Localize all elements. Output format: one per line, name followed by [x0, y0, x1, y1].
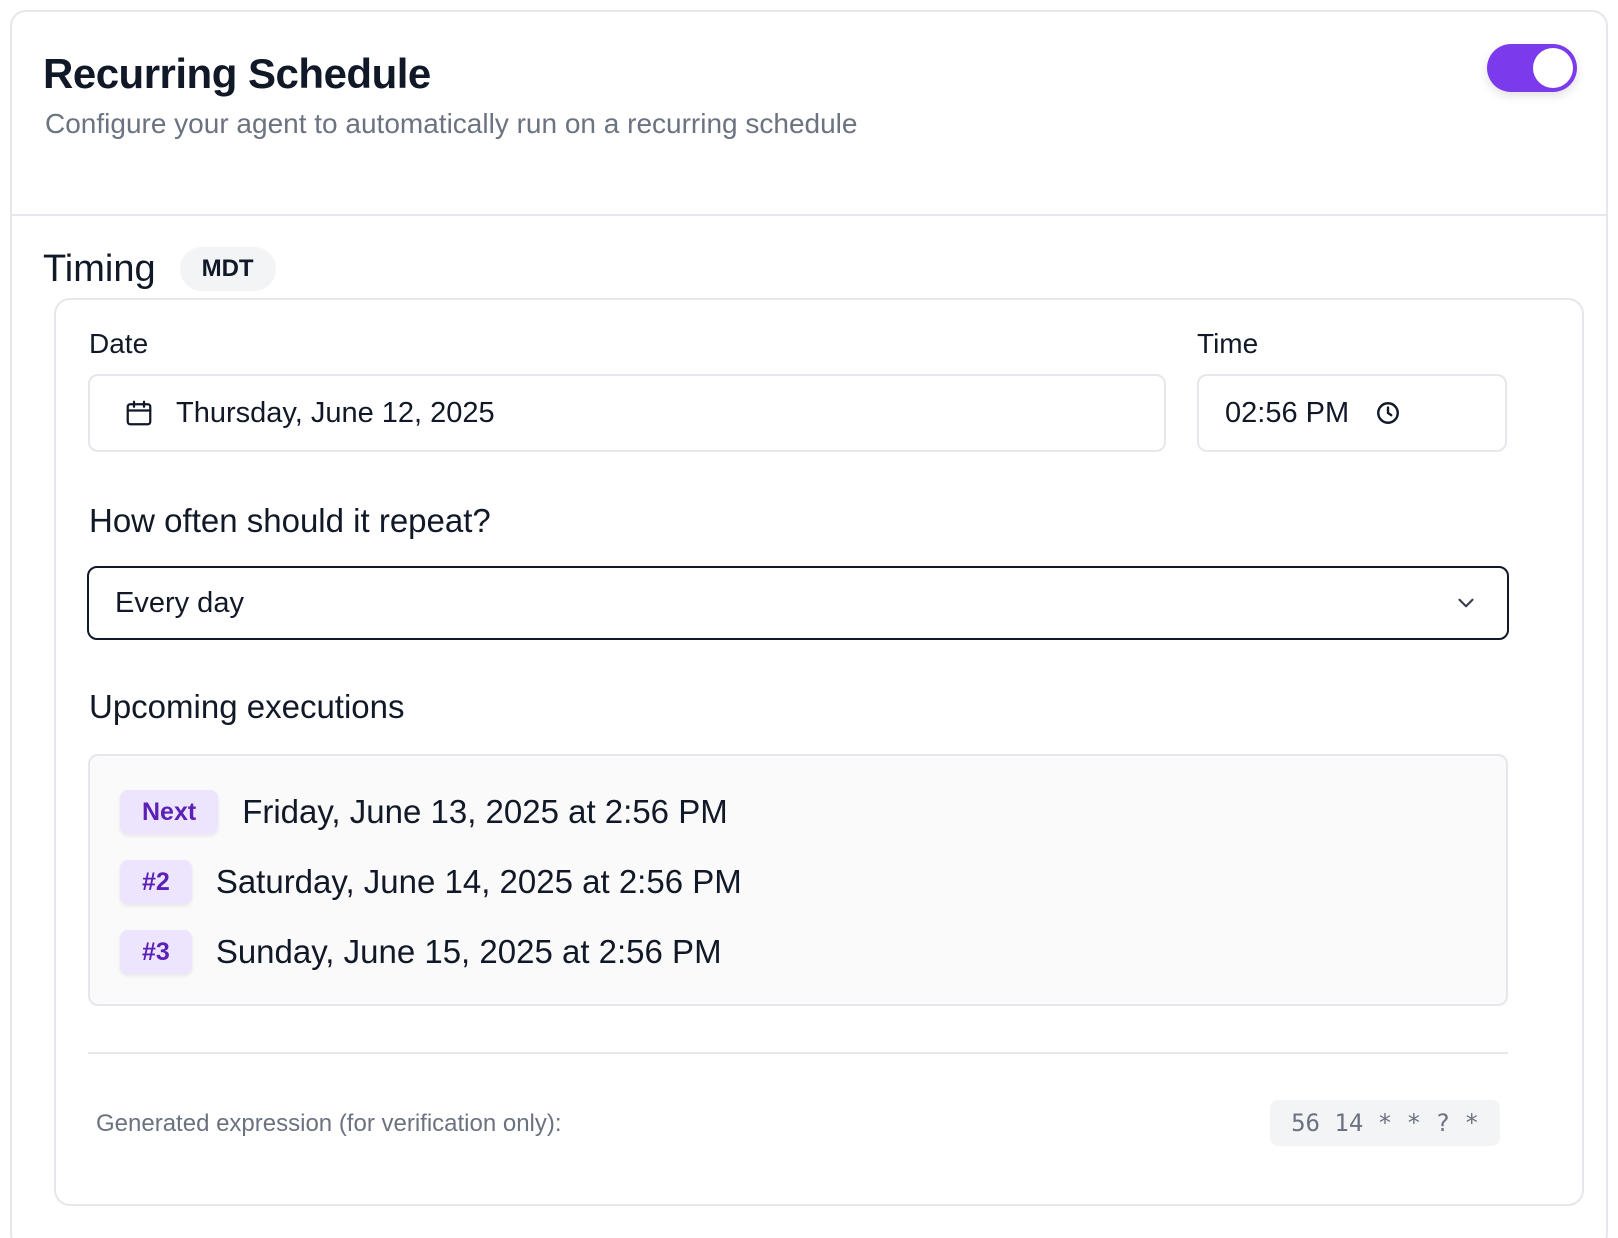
- repeat-frequency-select[interactable]: Every day: [87, 566, 1509, 640]
- chevron-down-icon: [1453, 590, 1479, 616]
- upcoming-executions-label: Upcoming executions: [89, 688, 405, 725]
- clock-icon[interactable]: [1375, 400, 1401, 426]
- generated-expression-code: 56 14 * * ? *: [1270, 1100, 1500, 1146]
- time-value: 02:56 PM: [1225, 396, 1350, 429]
- time-picker-input[interactable]: 02:56 PM: [1197, 374, 1507, 452]
- execution-badge: Next: [120, 790, 219, 834]
- execution-datetime: Friday, June 13, 2025 at 2:56 PM: [242, 793, 728, 830]
- list-item: #3 Sunday, June 15, 2025 at 2:56 PM: [120, 929, 722, 975]
- execution-badge: #2: [120, 860, 192, 904]
- timing-header: Timing MDT: [43, 244, 276, 294]
- list-item: Next Friday, June 13, 2025 at 2:56 PM: [120, 789, 728, 835]
- list-item: #2 Saturday, June 14, 2025 at 2:56 PM: [120, 859, 742, 905]
- upcoming-executions-list: Next Friday, June 13, 2025 at 2:56 PM #2…: [88, 754, 1508, 1006]
- repeat-selected-value: Every day: [115, 586, 244, 619]
- timing-panel: Date Time Thursday, June 12, 2025 02:56 …: [54, 298, 1584, 1206]
- page-subtitle: Configure your agent to automatically ru…: [45, 108, 858, 139]
- schedule-enabled-toggle[interactable]: [1487, 44, 1577, 92]
- date-picker-button[interactable]: Thursday, June 12, 2025: [88, 374, 1166, 452]
- toggle-knob: [1533, 48, 1573, 88]
- timezone-badge: MDT: [179, 247, 276, 291]
- timing-label: Timing: [43, 247, 156, 290]
- execution-badge: #3: [120, 930, 192, 974]
- card-header: Recurring Schedule Configure your agent …: [12, 12, 1606, 216]
- divider: [88, 1052, 1508, 1054]
- execution-datetime: Saturday, June 14, 2025 at 2:56 PM: [215, 863, 742, 900]
- generated-expression-label: Generated expression (for verification o…: [96, 1110, 562, 1137]
- execution-datetime: Sunday, June 15, 2025 at 2:56 PM: [215, 933, 722, 970]
- page-title: Recurring Schedule: [43, 50, 431, 97]
- recurring-schedule-card: Recurring Schedule Configure your agent …: [10, 10, 1608, 1238]
- calendar-icon: [124, 398, 154, 428]
- date-value: Thursday, June 12, 2025: [176, 396, 495, 429]
- date-label: Date: [89, 328, 149, 359]
- time-label: Time: [1197, 328, 1259, 359]
- repeat-label: How often should it repeat?: [89, 502, 491, 539]
